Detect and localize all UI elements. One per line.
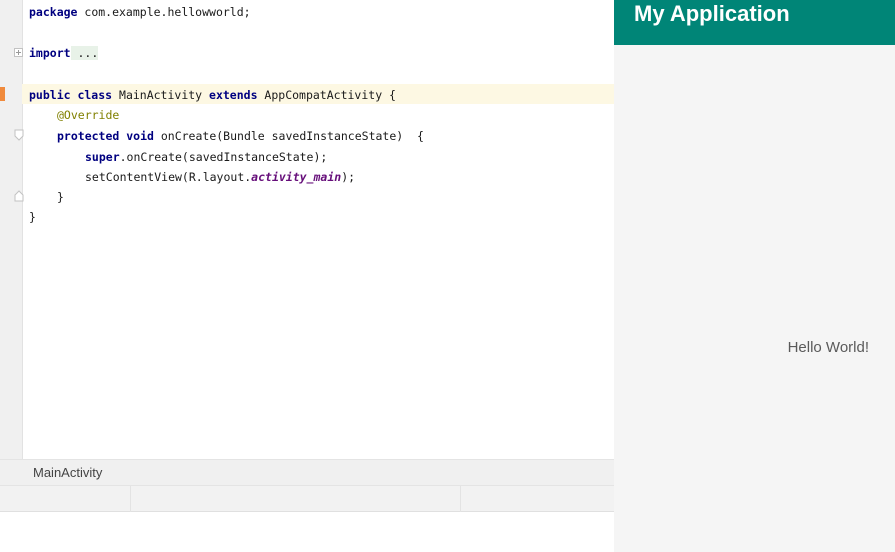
- code-line-class-close[interactable]: }: [29, 207, 36, 227]
- fold-expand-icon[interactable]: [14, 48, 23, 57]
- code-line-package[interactable]: package com.example.hellowworld;: [29, 2, 251, 22]
- super-call: .onCreate(savedInstanceState);: [119, 150, 328, 164]
- set-content-view-end: );: [341, 170, 356, 184]
- keyword-protected-void: protected void: [57, 129, 154, 143]
- editor-gutter[interactable]: [0, 0, 23, 459]
- fold-end-icon[interactable]: [14, 190, 24, 202]
- code-line-method-close[interactable]: }: [29, 187, 64, 207]
- tool-window-strip: [0, 485, 614, 512]
- keyword-super: super: [85, 150, 120, 164]
- code-line-annotation[interactable]: @Override: [29, 105, 119, 125]
- method-signature: onCreate(Bundle savedInstanceState) {: [153, 129, 424, 143]
- set-content-view-call: setContentView(R.layout.: [85, 170, 252, 184]
- fold-collapse-icon[interactable]: [14, 129, 24, 141]
- code-line-import[interactable]: import ...: [29, 43, 99, 63]
- code-line-super-call[interactable]: super.onCreate(savedInstanceState);: [29, 147, 327, 167]
- layout-preview-panel: My Application Hello World!: [614, 0, 895, 552]
- breadcrumb-item-mainactivity[interactable]: MainActivity: [33, 465, 102, 480]
- breadcrumb: MainActivity: [0, 459, 614, 485]
- app-bar: My Application: [614, 0, 895, 45]
- import-fold-placeholder[interactable]: ...: [70, 46, 99, 60]
- code-editor[interactable]: package com.example.hellowworld; import …: [0, 0, 614, 459]
- vcs-change-marker[interactable]: [0, 87, 5, 101]
- keyword-public-class: public class: [29, 88, 113, 102]
- keyword-extends: extends: [209, 88, 258, 102]
- layout-field: activity_main: [251, 170, 342, 184]
- strip-divider: [130, 486, 131, 512]
- keyword-import: import: [29, 46, 71, 60]
- code-line-set-content-view[interactable]: setContentView(R.layout.activity_main);: [29, 167, 355, 187]
- keyword-package: package: [29, 5, 78, 19]
- superclass-name: AppCompatActivity {: [257, 88, 396, 102]
- method-close-brace: }: [57, 190, 64, 204]
- class-name: MainActivity: [112, 88, 210, 102]
- app-title: My Application: [634, 1, 790, 26]
- code-line-class-declaration[interactable]: public class MainActivity extends AppCom…: [29, 85, 396, 105]
- strip-divider: [460, 486, 461, 512]
- hello-world-textview[interactable]: Hello World!: [788, 339, 869, 356]
- override-annotation: @Override: [57, 108, 120, 122]
- package-name: com.example.hellowworld;: [77, 5, 251, 19]
- empty-panel: [0, 512, 614, 552]
- class-close-brace: }: [29, 210, 36, 224]
- code-line-method-signature[interactable]: protected void onCreate(Bundle savedInst…: [29, 126, 424, 146]
